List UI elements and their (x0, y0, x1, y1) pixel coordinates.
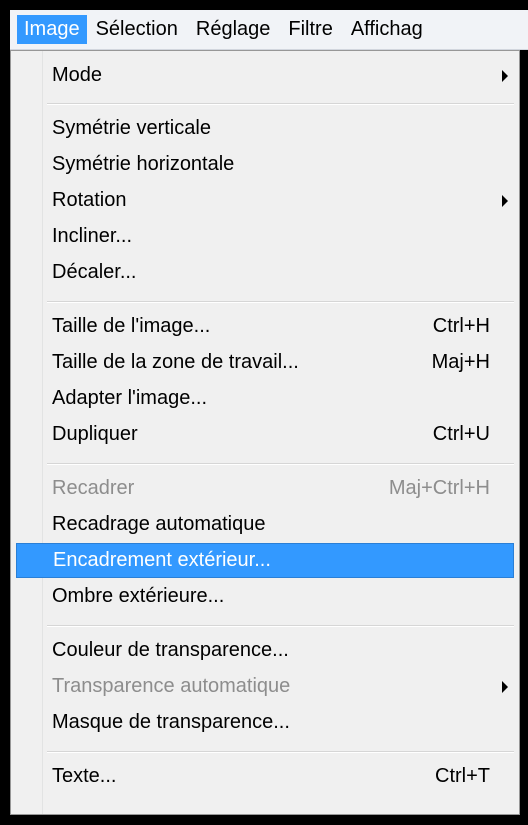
menubar-affichage[interactable]: Affichag (342, 15, 432, 44)
menu-item-masque-transparence[interactable]: Masque de transparence... (16, 705, 514, 740)
menu-item-label: Décaler... (52, 261, 137, 283)
submenu-arrow-icon (502, 70, 508, 82)
menu-item-decaler[interactable]: Décaler... (16, 255, 514, 290)
menu-item-label: Taille de l'image... (52, 315, 211, 337)
menu-item-mode[interactable]: Mode (16, 58, 514, 93)
menu-item-label: Texte... (52, 765, 117, 787)
menu-item-shortcut: Maj+Ctrl+H (388, 477, 490, 499)
menu-item-label: Ombre extérieure... (52, 585, 225, 607)
menu-separator (47, 625, 514, 627)
screenshot-frame: Image Sélection Réglage Filtre Affichag … (0, 0, 528, 825)
menu-separator (47, 103, 514, 105)
submenu-arrow-icon (502, 195, 508, 207)
menu-item-label: Symétrie horizontale (52, 153, 235, 175)
menu-item-shortcut: Ctrl+U (432, 423, 490, 445)
menu-item-shortcut: Ctrl+H (432, 315, 490, 337)
menu-item-adapter-image[interactable]: Adapter l'image... (16, 381, 514, 416)
menu-item-label: Recadrage automatique (52, 513, 266, 535)
menu-item-label: Adapter l'image... (52, 387, 208, 409)
menu-separator (47, 751, 514, 753)
menubar-image[interactable]: Image (17, 15, 87, 44)
menu-item-encadrement-exterieur[interactable]: Encadrement extérieur... (16, 543, 514, 578)
menu-item-label: Recadrer (52, 477, 135, 499)
menu-item-label: Couleur de transparence... (52, 639, 289, 661)
menu-item-label: Symétrie verticale (52, 117, 211, 139)
menu-item-label: Mode (52, 64, 103, 86)
menubar-reglage[interactable]: Réglage (187, 15, 280, 44)
menu-item-taille-image[interactable]: Taille de l'image... Ctrl+H (16, 309, 514, 344)
menu-item-dupliquer[interactable]: Dupliquer Ctrl+U (16, 417, 514, 452)
menu-item-label: Taille de la zone de travail... (52, 351, 299, 373)
menu-item-label: Dupliquer (52, 423, 138, 445)
menu-item-shortcut: Ctrl+T (435, 765, 490, 787)
menu-separator (47, 301, 514, 303)
menu-item-ombre-exterieure[interactable]: Ombre extérieure... (16, 579, 514, 614)
menu-item-recadrer: Recadrer Maj+Ctrl+H (16, 471, 514, 506)
menu-item-symetrie-horizontale[interactable]: Symétrie horizontale (16, 147, 514, 182)
menu-item-incliner[interactable]: Incliner... (16, 219, 514, 254)
menu-bar: Image Sélection Réglage Filtre Affichag (10, 10, 528, 50)
menu-item-label: Masque de transparence... (52, 711, 290, 733)
menu-item-couleur-transparence[interactable]: Couleur de transparence... (16, 633, 514, 668)
menu-separator (47, 463, 514, 465)
menu-item-transparence-automatique: Transparence automatique (16, 669, 514, 704)
menu-item-label: Incliner... (52, 225, 133, 247)
menu-item-recadrage-automatique[interactable]: Recadrage automatique (16, 507, 514, 542)
menu-item-symetrie-verticale[interactable]: Symétrie verticale (16, 111, 514, 146)
menu-item-shortcut: Maj+H (431, 351, 490, 373)
image-dropdown-menu: Mode Symétrie verticale Symétrie horizon… (10, 50, 520, 815)
menu-item-label: Rotation (52, 189, 127, 211)
menu-item-texte[interactable]: Texte... Ctrl+T (16, 759, 514, 794)
menu-item-rotation[interactable]: Rotation (16, 183, 514, 218)
submenu-arrow-icon (502, 681, 508, 693)
menu-item-label: Transparence automatique (52, 675, 291, 697)
menubar-selection[interactable]: Sélection (87, 15, 187, 44)
menu-item-taille-zone-travail[interactable]: Taille de la zone de travail... Maj+H (16, 345, 514, 380)
menubar-filtre[interactable]: Filtre (279, 15, 341, 44)
menu-item-label: Encadrement extérieur... (53, 549, 271, 571)
